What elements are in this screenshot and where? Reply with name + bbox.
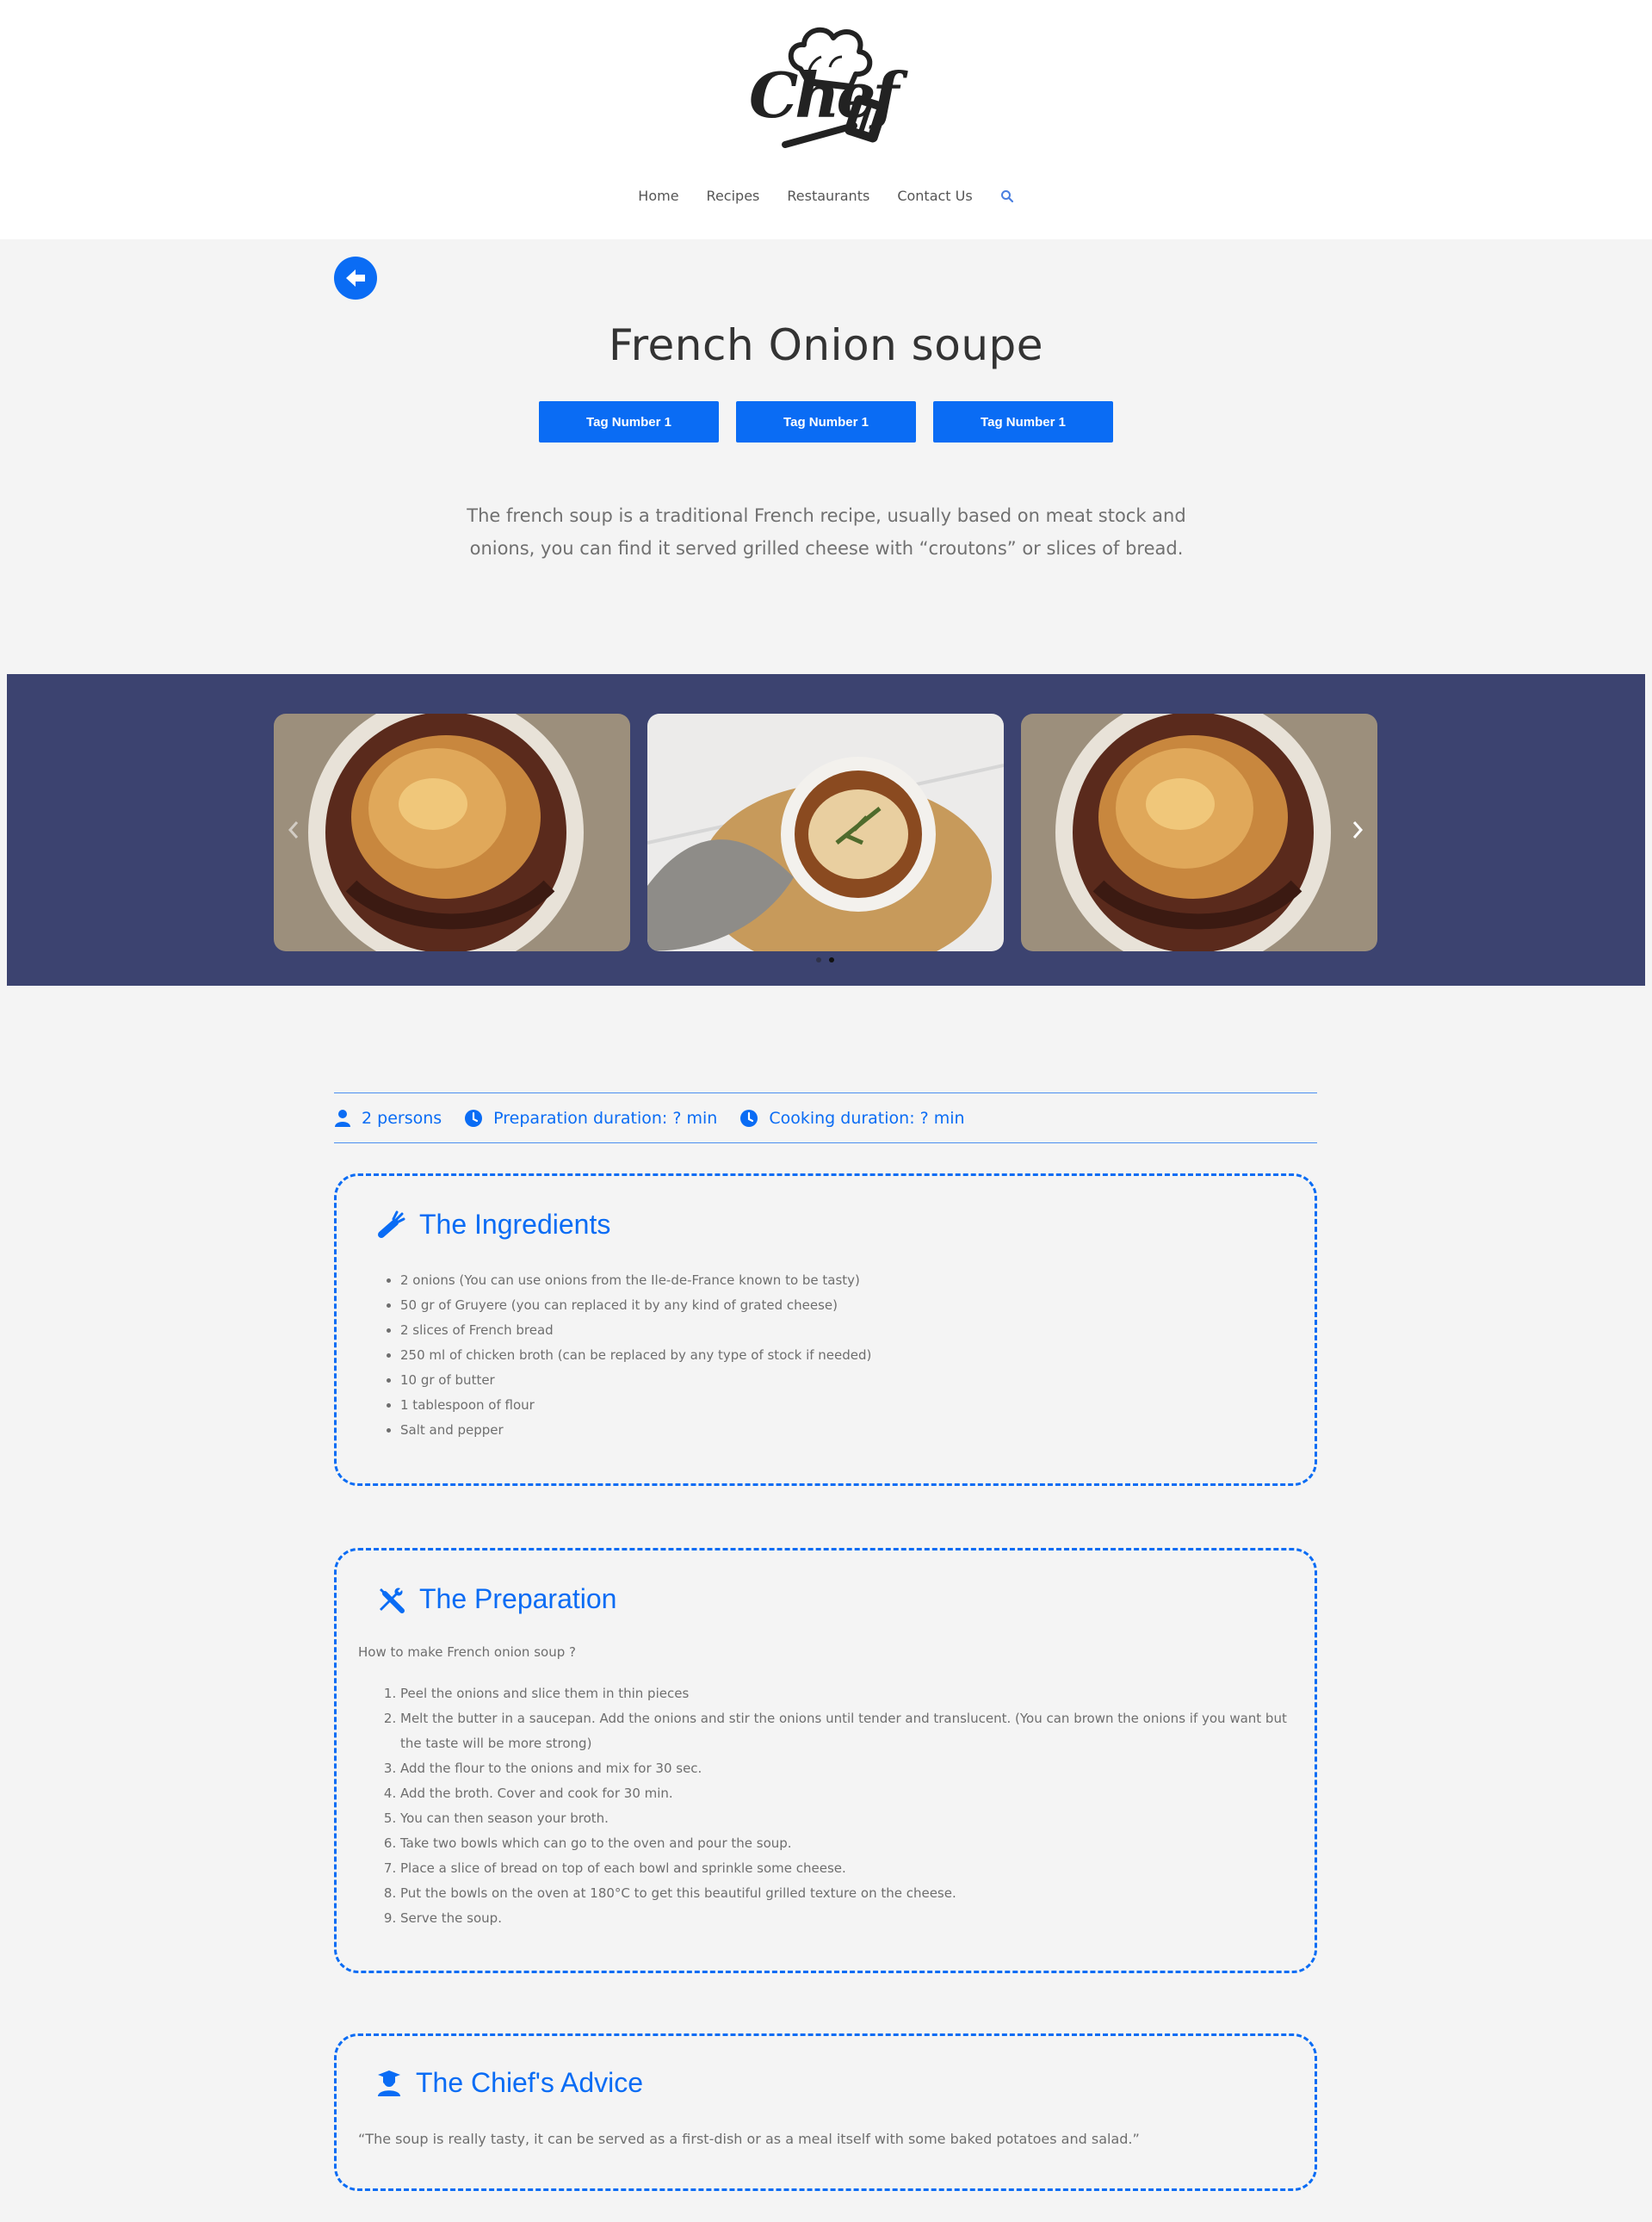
step-item: Put the bowls on the oven at 180°C to ge… [400, 1881, 1296, 1906]
step-item: Serve the soup. [400, 1906, 1296, 1931]
graduate-icon [378, 2070, 400, 2096]
ingredient-item: 2 onions (You can use onions from the Il… [400, 1268, 871, 1293]
advice-text: “The soup is really tasty, it can be ser… [358, 2131, 1140, 2147]
nav-contact[interactable]: Contact Us [883, 188, 986, 204]
site-header: Chef Home Recipes Restaurants Contact Us [0, 0, 1652, 239]
image-carousel [7, 674, 1645, 986]
step-item: Place a slice of bread on top of each bo… [400, 1856, 1296, 1881]
preparation-heading: The Preparation [376, 1583, 616, 1615]
prep-duration-text: Preparation duration: ? min [493, 1108, 718, 1128]
chevron-left-icon [288, 821, 299, 839]
carousel-prev-button[interactable] [282, 819, 305, 841]
cook-duration-text: Cooking duration: ? min [769, 1108, 965, 1128]
ingredient-item: 10 gr of butter [400, 1368, 871, 1393]
advice-heading: The Chief's Advice [376, 2067, 643, 2099]
ingredient-item: 250 ml of chicken broth (can be replaced… [400, 1343, 871, 1368]
step-item: Melt the butter in a saucepan. Add the o… [400, 1706, 1296, 1756]
tag-button[interactable]: Tag Number 1 [933, 401, 1113, 443]
step-item: Add the broth. Cover and cook for 30 min… [400, 1781, 1296, 1806]
advice-title: The Chief's Advice [416, 2067, 644, 2098]
ingredients-heading: The Ingredients [376, 1209, 610, 1241]
nav-recipes[interactable]: Recipes [693, 188, 774, 204]
step-item: You can then season your broth. [400, 1806, 1296, 1831]
page-title: French Onion soupe [608, 320, 1044, 370]
tools-icon [380, 1587, 405, 1613]
ingredient-item: 1 tablespoon of flour [400, 1393, 871, 1418]
preparation-intro: How to make French onion soup ? [358, 1644, 576, 1660]
preparation-title: The Preparation [419, 1583, 617, 1614]
step-item: Add the flour to the onions and mix for … [400, 1756, 1296, 1781]
carousel-slide-soup-photo[interactable] [274, 714, 630, 951]
nav-home[interactable]: Home [624, 188, 692, 204]
search-icon[interactable] [987, 189, 1028, 203]
ingredient-item: Salt and pepper [400, 1418, 871, 1443]
user-icon [335, 1109, 350, 1127]
preparation-steps: Peel the onions and slice them in thin p… [400, 1681, 1296, 1931]
ingredient-item: 2 slices of French bread [400, 1318, 871, 1343]
ingredients-list: 2 onions (You can use onions from the Il… [400, 1268, 871, 1443]
back-button[interactable] [334, 257, 377, 300]
carousel-slide-soup-photo[interactable] [1021, 714, 1377, 951]
tag-list: Tag Number 1 Tag Number 1 Tag Number 1 [0, 401, 1652, 443]
nav-restaurants[interactable]: Restaurants [773, 188, 883, 204]
step-item: Peel the onions and slice them in thin p… [400, 1681, 1296, 1706]
arrow-left-icon [346, 269, 365, 287]
ingredient-item: 50 gr of Gruyere (you can replaced it by… [400, 1293, 871, 1318]
clock-icon [740, 1109, 758, 1127]
recipe-meta: 2 persons Preparation duration: ? min Co… [334, 1092, 1317, 1143]
prep-duration-info: Preparation duration: ? min [464, 1109, 717, 1128]
tag-button[interactable]: Tag Number 1 [736, 401, 916, 443]
recipe-intro: The french soup is a traditional French … [467, 505, 1186, 559]
ingredients-title: The Ingredients [419, 1209, 611, 1240]
carousel-next-button[interactable] [1346, 819, 1369, 841]
cook-duration-info: Cooking duration: ? min [739, 1108, 965, 1128]
persons-info: 2 persons [334, 1109, 442, 1128]
chevron-right-icon [1352, 821, 1364, 839]
ingredients-card: The Ingredients 2 onions (You can use on… [334, 1173, 1317, 1486]
carousel-pagination [816, 957, 834, 962]
carousel-dot[interactable] [816, 957, 821, 962]
clock-icon [465, 1109, 483, 1127]
carousel-slide-soup-photo[interactable] [647, 714, 1004, 951]
chef-logo[interactable]: Chef [747, 19, 902, 157]
main-nav: Home Recipes Restaurants Contact Us [0, 188, 1652, 204]
carrot-icon [378, 1210, 405, 1238]
persons-text: 2 persons [362, 1108, 442, 1128]
preparation-card: The Preparation How to make French onion… [334, 1548, 1317, 1973]
logo-text: Chef [749, 59, 899, 132]
carousel-dot-active[interactable] [829, 957, 834, 962]
tag-button[interactable]: Tag Number 1 [539, 401, 719, 443]
advice-card: The Chief's Advice “The soup is really t… [334, 2033, 1317, 2191]
step-item: Take two bowls which can go to the oven … [400, 1831, 1296, 1856]
